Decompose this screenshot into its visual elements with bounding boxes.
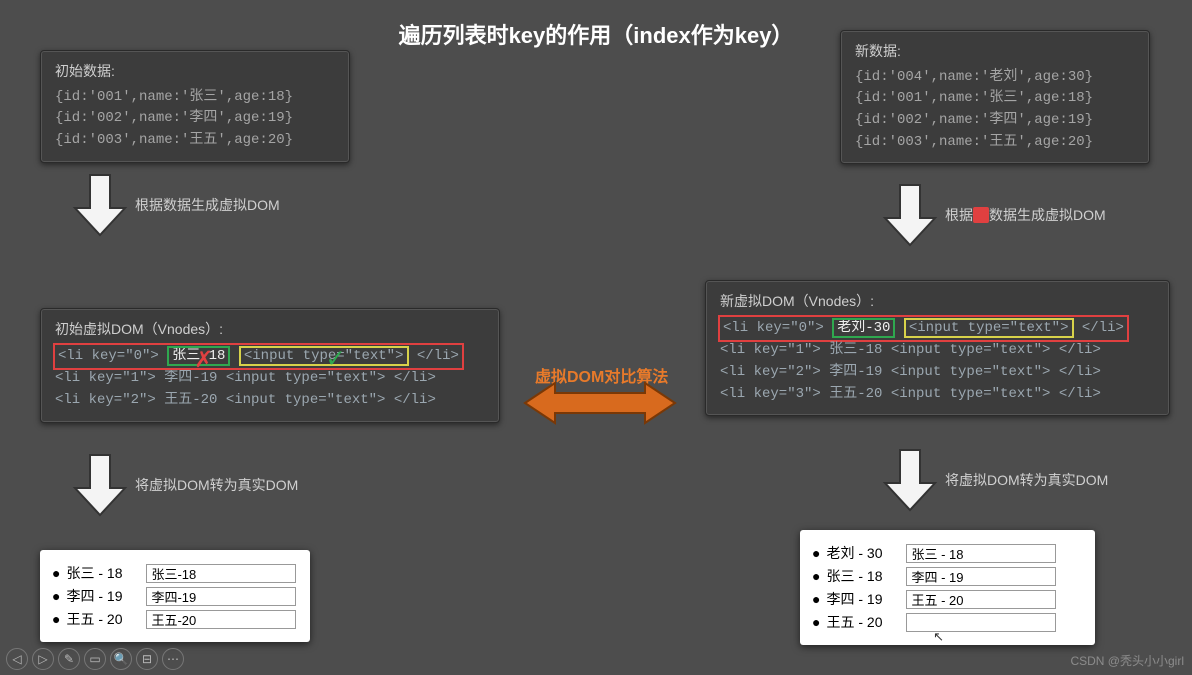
vnode-text: 老刘-30 xyxy=(834,320,893,336)
left-data-line-0: {id:'001',name:'张三',age:18} xyxy=(55,87,335,109)
watermark: CSDN @秃头小小girl xyxy=(1070,652,1184,669)
left-arrow2-label: 将虚拟DOM转为真实DOM xyxy=(135,475,298,495)
left-vdom-line-1: <li key="1"> 李四-19 <input type="text"> <… xyxy=(55,368,485,390)
bullet-icon: ● xyxy=(52,588,60,604)
li-open-tag: <li key="0"> xyxy=(58,348,159,364)
cursor-icon: ↖ xyxy=(933,629,944,645)
arrow-down-icon xyxy=(880,445,940,515)
result-label: 王五 - 20 xyxy=(826,612,906,632)
result-label: 老刘 - 30 xyxy=(826,543,906,563)
arrow-label-pre: 根据 xyxy=(945,207,973,223)
presentation-toolbar: ◁ ▷ ✎ ▭ 🔍 ⊟ ⋯ xyxy=(6,648,184,670)
list-item: ● 王五 - 20 xyxy=(812,612,1083,632)
next-slide-button[interactable]: ▷ xyxy=(32,648,54,670)
bullet-icon: ● xyxy=(812,545,820,561)
more-button[interactable]: ⋯ xyxy=(162,648,184,670)
view-all-button[interactable]: ▭ xyxy=(84,648,106,670)
right-data-line-0: {id:'004',name:'老刘',age:30} xyxy=(855,67,1135,89)
arrow-down-icon xyxy=(70,170,130,240)
left-data-line-2: {id:'003',name:'王五',age:20} xyxy=(55,130,335,152)
vnode-input: <input type="text"> xyxy=(906,320,1072,336)
arrow-label-post: 数据生成虚拟DOM xyxy=(989,207,1106,223)
li-open-tag: <li key="0"> xyxy=(723,320,824,336)
result-input[interactable] xyxy=(146,564,296,583)
left-initial-data: 初始数据: {id:'001',name:'张三',age:18} {id:'0… xyxy=(40,50,350,163)
right-vdom-line-3: <li key="3"> 王五-20 <input type="text"> <… xyxy=(720,384,1155,406)
left-vdom-key0: <li key="0"> 张三-18 <input type="text"> <… xyxy=(55,345,462,369)
right-vdom-line-2: <li key="2"> 李四-19 <input type="text"> <… xyxy=(720,362,1155,384)
left-vdom: 初始虚拟DOM（Vnodes）: <li key="0"> 张三-18 <inp… xyxy=(40,308,500,423)
li-close-tag: </li> xyxy=(417,348,459,364)
right-data-line-2: {id:'002',name:'李四',age:19} xyxy=(855,110,1135,132)
list-item: ● 老刘 - 30 xyxy=(812,543,1083,563)
result-input[interactable] xyxy=(906,567,1056,586)
result-label: 李四 - 19 xyxy=(826,589,906,609)
li-close-tag: </li> xyxy=(1082,320,1124,336)
result-label: 李四 - 19 xyxy=(66,586,146,606)
left-vdom-heading: 初始虚拟DOM（Vnodes）: xyxy=(55,319,485,341)
subtitle-button[interactable]: ⊟ xyxy=(136,648,158,670)
left-vdom-line-2: <li key="2"> 王五-20 <input type="text"> <… xyxy=(55,390,485,412)
left-data-heading: 初始数据: xyxy=(55,61,335,83)
result-label: 张三 - 18 xyxy=(826,566,906,586)
right-vdom-heading: 新虚拟DOM（Vnodes）: xyxy=(720,291,1155,313)
double-arrow-icon xyxy=(520,378,680,428)
right-arrow2-label: 将虚拟DOM转为真实DOM xyxy=(945,470,1108,490)
list-item: ● 王五 - 20 xyxy=(52,609,298,629)
right-data-line-3: {id:'003',name:'王五',age:20} xyxy=(855,132,1135,154)
right-data-heading: 新数据: xyxy=(855,41,1135,63)
right-new-data: 新数据: {id:'004',name:'老刘',age:30} {id:'00… xyxy=(840,30,1150,164)
result-input[interactable] xyxy=(906,613,1056,632)
arrow-down-icon xyxy=(880,180,940,250)
check-mark-icon: ✓ xyxy=(327,339,344,382)
arrow-down-icon xyxy=(70,450,130,520)
left-data-line-1: {id:'002',name:'李四',age:19} xyxy=(55,108,335,130)
result-label: 张三 - 18 xyxy=(66,563,146,583)
right-arrow1-label: 根据新数据生成虚拟DOM xyxy=(945,205,1106,225)
list-item: ● 李四 - 19 xyxy=(812,589,1083,609)
result-label: 王五 - 20 xyxy=(66,609,146,629)
right-vdom-line-1: <li key="1"> 张三-18 <input type="text"> <… xyxy=(720,340,1155,362)
bullet-icon: ● xyxy=(812,591,820,607)
right-vdom-key0: <li key="0"> 老刘-30 <input type="text"> <… xyxy=(720,317,1127,341)
zoom-button[interactable]: 🔍 xyxy=(110,648,132,670)
vnode-input: <input type="text"> xyxy=(241,348,407,364)
right-result: ● 老刘 - 30 ● 张三 - 18 ● 李四 - 19 ● 王五 - 20 xyxy=(800,530,1095,645)
page-title: 遍历列表时key的作用（index作为key） xyxy=(399,18,794,50)
result-input[interactable] xyxy=(906,544,1056,563)
left-result: ● 张三 - 18 ● 李四 - 19 ● 王五 - 20 xyxy=(40,550,310,642)
bullet-icon: ● xyxy=(52,611,60,627)
result-input[interactable] xyxy=(146,587,296,606)
left-arrow1-label: 根据数据生成虚拟DOM xyxy=(135,195,280,215)
result-input[interactable] xyxy=(146,610,296,629)
result-input[interactable] xyxy=(906,590,1056,609)
right-data-line-1: {id:'001',name:'张三',age:18} xyxy=(855,88,1135,110)
list-item: ● 张三 - 18 xyxy=(52,563,298,583)
prev-slide-button[interactable]: ◁ xyxy=(6,648,28,670)
x-mark-icon: ✗ xyxy=(195,339,212,382)
bullet-icon: ● xyxy=(812,614,820,630)
right-vdom: 新虚拟DOM（Vnodes）: <li key="0"> 老刘-30 <inpu… xyxy=(705,280,1170,416)
pen-tool-button[interactable]: ✎ xyxy=(58,648,80,670)
bullet-icon: ● xyxy=(52,565,60,581)
list-item: ● 李四 - 19 xyxy=(52,586,298,606)
list-item: ● 张三 - 18 xyxy=(812,566,1083,586)
bullet-icon: ● xyxy=(812,568,820,584)
arrow-label-red: 新 xyxy=(973,207,989,223)
